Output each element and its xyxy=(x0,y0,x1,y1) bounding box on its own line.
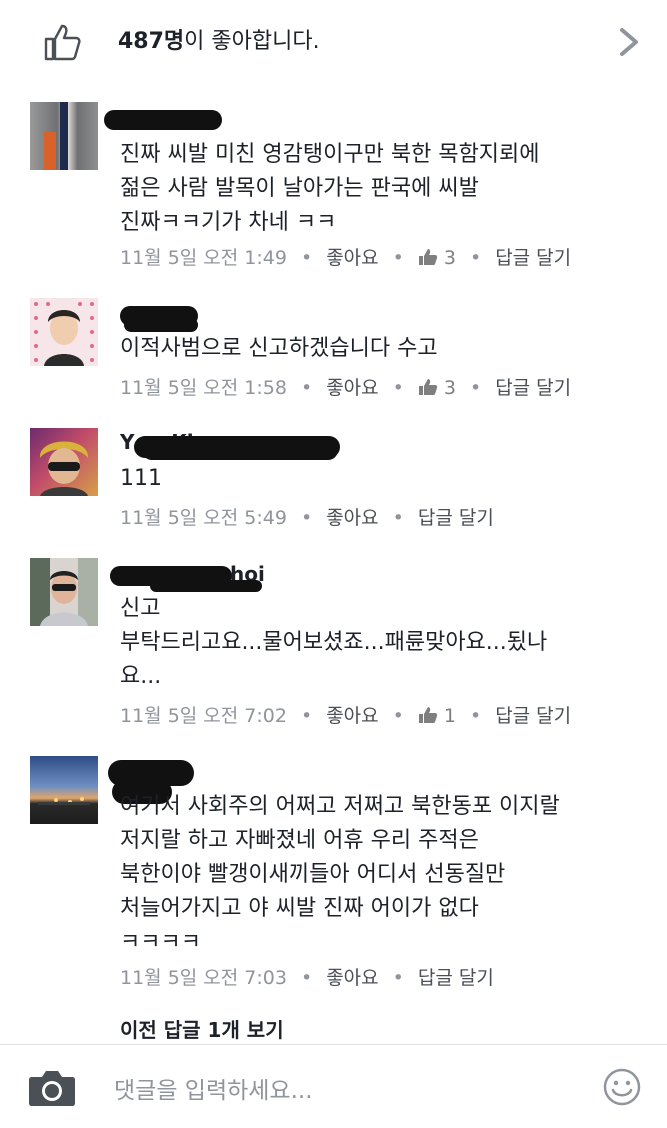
comment-timestamp[interactable]: 11월 5일 오전 5:49 xyxy=(120,507,287,529)
comment-text: 신고 부탁드리고요...물어보셨죠...패륜맞아요...됬나 요... xyxy=(120,596,548,689)
like-link[interactable]: 좋아요 xyxy=(326,247,378,269)
reply-link[interactable]: 답글 달기 xyxy=(495,705,571,727)
separator-dot: • xyxy=(300,507,313,529)
thumbs-up-icon xyxy=(418,249,438,265)
thumbs-up-icon xyxy=(418,707,438,723)
comment-like-count[interactable]: 3 xyxy=(418,377,456,399)
separator-dot: • xyxy=(300,967,313,989)
reply-link[interactable]: 답글 달기 xyxy=(418,967,494,989)
comment-timestamp[interactable]: 11월 5일 오전 7:02 xyxy=(120,705,287,727)
comment-meta: 11월 5일 오전 7:03 • 좋아요 • 답글 달기 xyxy=(120,964,494,992)
thumbs-up-icon xyxy=(418,379,438,395)
likes-suffix: 이 좋아합니다. xyxy=(184,29,320,54)
likes-count: 487명 xyxy=(118,29,185,54)
avatar[interactable] xyxy=(30,428,98,496)
camera-icon[interactable] xyxy=(28,1069,76,1107)
like-link[interactable]: 좋아요 xyxy=(326,377,378,399)
like-link[interactable]: 좋아요 xyxy=(326,967,378,989)
avatar-illustration xyxy=(39,441,89,496)
thumbs-up-icon xyxy=(44,24,81,61)
comment-meta: 11월 5일 오전 1:58 • 좋아요 • 3 • 답글 달기 xyxy=(120,374,571,402)
redacted-author-name xyxy=(104,110,222,130)
redacted-author-name xyxy=(150,580,262,592)
avatar[interactable] xyxy=(30,558,98,626)
comment-composer: 댓글을 입력하세요... xyxy=(0,1044,667,1128)
separator-dot: • xyxy=(300,705,313,727)
avatar-illustration xyxy=(38,797,90,805)
separator-dot: • xyxy=(392,705,404,727)
redacted-author-name xyxy=(124,318,198,332)
likes-summary-bar[interactable]: 487명이 좋아합니다. xyxy=(0,0,667,84)
avatar[interactable] xyxy=(30,756,98,824)
avatar-illustration xyxy=(30,558,98,626)
view-previous-replies-link[interactable]: 이전 답글 1개 보기 xyxy=(120,1014,284,1043)
comment-meta: 11월 5일 오전 7:02 • 좋아요 • 1 • 답글 달기 xyxy=(120,702,571,730)
like-link[interactable]: 좋아요 xyxy=(326,507,378,529)
separator-dot: • xyxy=(469,377,482,399)
separator-dot: • xyxy=(300,247,313,269)
separator-dot: • xyxy=(392,507,404,529)
comment-timestamp[interactable]: 11월 5일 오전 7:03 xyxy=(120,967,287,989)
separator-dot: • xyxy=(392,377,404,399)
separator-dot: • xyxy=(392,247,404,269)
comment-text: 111 xyxy=(120,466,162,491)
comment-like-count[interactable]: 1 xyxy=(418,705,456,727)
avatar[interactable] xyxy=(30,298,98,366)
separator-dot: • xyxy=(469,247,482,269)
separator-dot: • xyxy=(392,967,404,989)
comment-meta: 11월 5일 오전 5:49 • 좋아요 • 답글 달기 xyxy=(120,504,494,532)
reply-link[interactable]: 답글 달기 xyxy=(418,507,494,529)
comment-text: 여기서 사회주의 어쩌고 저쩌고 북한동포 이지랄 저지랄 하고 자빠졌네 어휴… xyxy=(120,794,560,955)
comment-meta: 11월 5일 오전 1:49 • 좋아요 • 3 • 답글 달기 xyxy=(120,244,571,272)
emoji-icon[interactable] xyxy=(602,1067,642,1107)
comment-timestamp[interactable]: 11월 5일 오전 1:58 xyxy=(120,377,287,399)
reply-link[interactable]: 답글 달기 xyxy=(495,247,571,269)
like-link[interactable]: 좋아요 xyxy=(326,705,378,727)
comment-like-count[interactable]: 3 xyxy=(418,247,456,269)
reply-link[interactable]: 답글 달기 xyxy=(495,377,571,399)
comment-text: 진짜 씨발 미친 영감탱이구만 북한 목함지뢰에 젊은 사람 발목이 날아가는 … xyxy=(120,142,540,235)
redacted-author-name xyxy=(134,436,340,458)
separator-dot: • xyxy=(469,705,482,727)
comment-timestamp[interactable]: 11월 5일 오전 1:49 xyxy=(120,247,287,269)
avatar[interactable] xyxy=(30,102,98,170)
comment-input[interactable]: 댓글을 입력하세요... xyxy=(114,1071,313,1105)
separator-dot: • xyxy=(300,377,313,399)
chevron-right-icon[interactable] xyxy=(616,24,644,60)
comment-text: 이적사범으로 신고하겠습니다 수고 xyxy=(120,336,438,361)
likes-count-text: 487명이 좋아합니다. xyxy=(118,26,320,58)
avatar-illustration xyxy=(34,302,94,366)
